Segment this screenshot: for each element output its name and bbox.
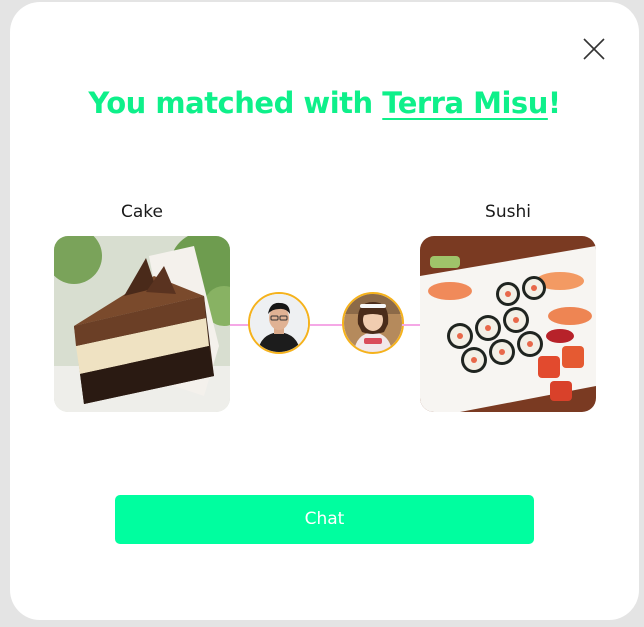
match-name-link[interactable]: Terra Misu — [382, 86, 548, 120]
user-avatar-man-image — [250, 294, 308, 352]
match-title: You matched with Terra Misu! — [10, 86, 639, 120]
title-prefix: You matched with — [88, 86, 383, 120]
user-avatar-woman-image — [344, 294, 402, 352]
right-food-label: Sushi — [485, 202, 531, 222]
chat-button[interactable]: Chat — [115, 495, 534, 544]
cake-image — [54, 236, 230, 412]
left-food-label: Cake — [121, 202, 163, 222]
close-button[interactable] — [581, 36, 607, 62]
connector-line-left — [230, 324, 250, 326]
close-icon — [583, 38, 605, 60]
match-avatar[interactable] — [342, 292, 404, 354]
connector-line-middle — [310, 324, 342, 326]
match-dialog: You matched with Terra Misu! Cake Sushi … — [10, 2, 639, 620]
title-suffix: ! — [547, 86, 561, 120]
connector-line-right — [402, 324, 422, 326]
sushi-image — [420, 236, 596, 412]
user-avatar[interactable] — [248, 292, 310, 354]
